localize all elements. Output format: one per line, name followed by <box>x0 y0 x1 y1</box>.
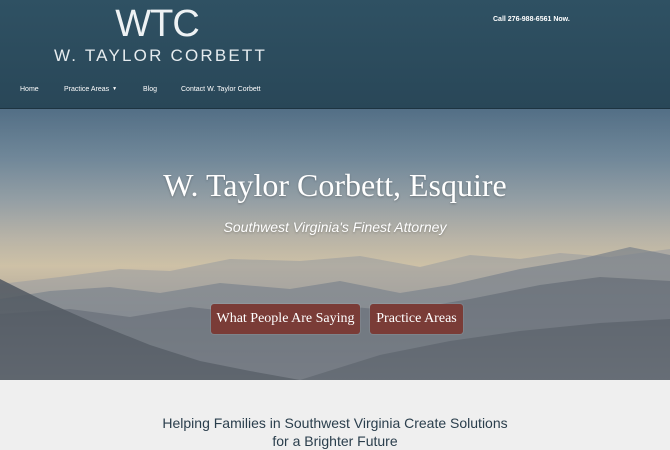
site-header: WTC W. TAYLOR CORBETT Call 276-988-6561 … <box>0 0 670 109</box>
intro-line-2: for a Brighter Future <box>272 433 398 449</box>
hero-banner: W. Taylor Corbett, Esquire Southwest Vir… <box>0 109 670 380</box>
hero-subtitle: Southwest Virginia's Finest Attorney <box>223 219 447 235</box>
nav-practice-areas[interactable]: Practice Areas ▼ <box>64 86 117 93</box>
logo-monogram: WTC <box>115 3 200 45</box>
practice-areas-button[interactable]: Practice Areas <box>370 304 463 334</box>
intro-heading: Helping Families in Southwest Virginia C… <box>0 414 670 450</box>
site-logo[interactable]: WTC W. TAYLOR CORBETT <box>54 3 268 68</box>
testimonials-button[interactable]: What People Are Saying <box>211 304 360 334</box>
mountain-landscape-image <box>0 109 670 380</box>
intro-line-1: Helping Families in Southwest Virginia C… <box>162 415 508 431</box>
nav-contact[interactable]: Contact W. Taylor Corbett <box>181 86 261 93</box>
nav-practice-areas-label: Practice Areas <box>64 86 110 93</box>
main-nav: Home Practice Areas ▼ Blog Contact W. Tay… <box>0 86 670 98</box>
caret-down-icon: ▼ <box>112 86 118 92</box>
hero-title: W. Taylor Corbett, Esquire <box>163 167 507 203</box>
logo-name: W. TAYLOR CORBETT <box>54 46 268 65</box>
nav-home[interactable]: Home <box>20 86 39 93</box>
call-phone-text[interactable]: Call 276-988-6561 Now. <box>493 16 570 23</box>
nav-blog[interactable]: Blog <box>143 86 157 93</box>
